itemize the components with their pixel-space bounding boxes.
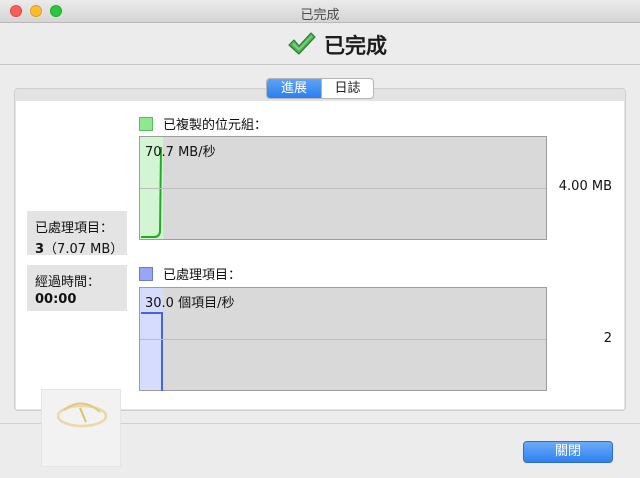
bytes-rate: 70.7 MB/秒 (145, 145, 216, 160)
page-title: 已完成 (324, 34, 387, 58)
processed-label: 已處理項目： (35, 221, 114, 236)
items-graph-gridline (140, 339, 546, 340)
bytes-max: 4.00 MB (558, 179, 612, 194)
items-legend-swatch (139, 266, 153, 281)
close-button[interactable]: 關閉 (523, 441, 613, 463)
elapsed-value: 00:00 (35, 292, 77, 307)
processed-value: 3（7.07 MB） (35, 238, 123, 257)
bytes-legend: 已複製的位元組： (139, 114, 267, 133)
checkmark-icon (288, 32, 316, 55)
processed-stat: 已處理項目： 3（7.07 MB） (27, 211, 127, 257)
items-graph: 30.0 個項目/秒 (139, 287, 547, 391)
elapsed-stat: 經過時間： 00:00 (27, 265, 127, 311)
tab-log[interactable]: 日誌 (321, 79, 373, 98)
processed-size: （7.07 MB） (44, 242, 124, 257)
bytes-legend-swatch (139, 116, 153, 131)
header: 已完成 (0, 24, 640, 64)
bytes-graph-gridline (140, 188, 546, 189)
logo-icon (56, 402, 108, 428)
items-rate: 30.0 個項目/秒 (145, 296, 235, 311)
bytes-graph: 70.7 MB/秒 (139, 136, 547, 240)
tab-progress[interactable]: 進展 (267, 79, 321, 98)
items-legend: 已處理項目： (139, 264, 241, 283)
app-logo-watermark (41, 389, 121, 467)
items-max: 2 (603, 331, 612, 346)
elapsed-label: 經過時間： (35, 275, 101, 290)
header-divider (0, 64, 640, 65)
items-legend-label: 已處理項目： (163, 268, 242, 283)
tab-bar: 進展 日誌 (266, 78, 374, 99)
title-bar: 已完成 (0, 0, 640, 23)
processed-count: 3 (35, 242, 45, 257)
window-title: 已完成 (300, 8, 340, 23)
bytes-legend-label: 已複製的位元組： (163, 118, 268, 133)
